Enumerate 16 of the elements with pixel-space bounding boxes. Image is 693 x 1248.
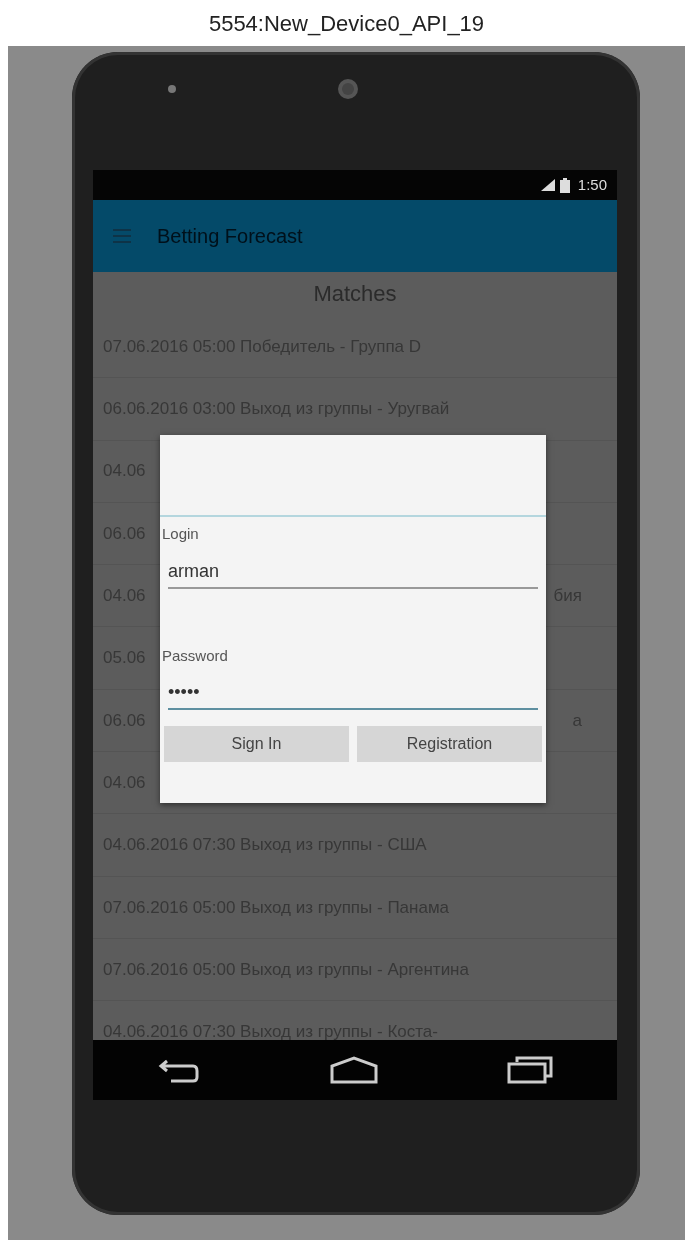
field-label: Password xyxy=(161,645,229,666)
field-label: Login xyxy=(161,524,200,544)
camera-icon xyxy=(167,84,177,94)
dialog-button[interactable]: Sign In xyxy=(164,726,349,762)
recents-icon[interactable] xyxy=(506,1056,553,1084)
back-icon[interactable] xyxy=(157,1057,202,1083)
clock-time: 1:50 xyxy=(577,174,607,195)
input-field[interactable]: arman xyxy=(168,553,538,589)
speaker-icon xyxy=(337,78,359,100)
window-title: 5554:New_Device0_API_19 xyxy=(208,9,485,38)
home-icon[interactable] xyxy=(330,1056,378,1084)
app-title: Betting Forecast xyxy=(157,224,303,249)
battery-icon xyxy=(559,177,570,193)
input-field[interactable]: ••••• xyxy=(168,675,538,710)
dialog-button[interactable]: Registration xyxy=(357,726,542,762)
signal-icon xyxy=(539,178,556,192)
